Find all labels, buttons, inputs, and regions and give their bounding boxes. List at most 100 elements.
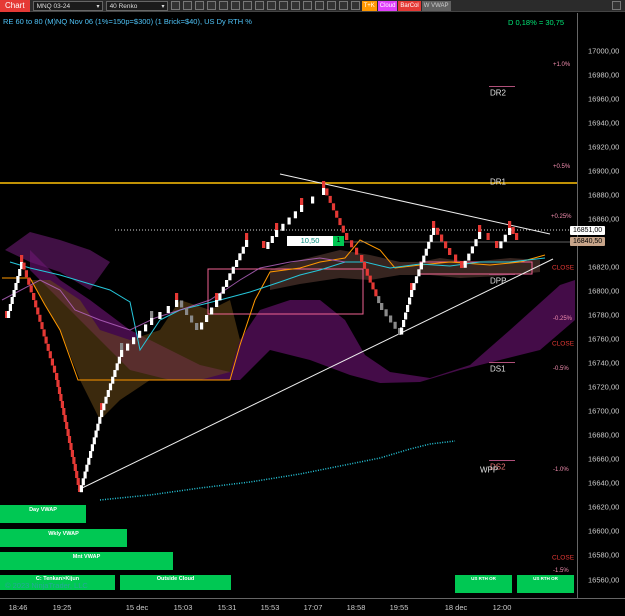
renko-brick (60, 401, 64, 408)
renko-brick (448, 248, 452, 255)
renko-brick (63, 415, 67, 422)
strategies-icon[interactable] (242, 1, 252, 10)
renko-brick (70, 450, 74, 457)
renko-brick (322, 181, 326, 188)
draw-icon[interactable] (194, 1, 204, 10)
renko-brick (328, 195, 332, 203)
us-rth-or-button[interactable]: US RTH OR (455, 575, 512, 593)
renko-brick (281, 223, 285, 231)
bar-style-icon[interactable] (170, 1, 180, 10)
template-icon[interactable] (254, 1, 264, 10)
tk-badge[interactable]: T+K (361, 0, 377, 11)
outside-cloud-button[interactable]: Outside Cloud (120, 575, 231, 590)
renko-brick (495, 241, 499, 248)
close-label: CLOSE (552, 554, 575, 562)
renko-brick (377, 296, 381, 304)
close-icon[interactable] (612, 1, 621, 10)
pct-label: -0.5% (553, 366, 569, 372)
data-box-icon[interactable] (278, 1, 288, 10)
y-tick: 16580,00 (588, 550, 620, 560)
renko-brick (300, 198, 304, 205)
renko-brick (368, 275, 372, 283)
y-tick: 16880,00 (588, 190, 620, 200)
renko-brick (104, 396, 108, 404)
y-tick: 16740,00 (588, 358, 620, 368)
pct-label: +0.25% (551, 214, 572, 220)
renko-brick (300, 205, 304, 212)
renko-brick (241, 246, 245, 254)
layout-icon[interactable] (350, 1, 360, 10)
renko-brick (126, 343, 130, 351)
chart-tab[interactable]: Chart (0, 0, 30, 12)
wvwap-badge[interactable]: W VWAP (421, 0, 451, 11)
renko-brick (55, 373, 59, 380)
renko-brick (106, 390, 110, 397)
renko-brick (338, 218, 342, 226)
pct-label: -0.25% (553, 316, 573, 322)
barcol-badge[interactable]: BarCol (398, 0, 421, 11)
renko-brick (444, 241, 448, 249)
day-vwap-button[interactable]: Day VWAP (0, 505, 86, 523)
renko-brick (67, 436, 72, 443)
renko-brick (102, 403, 106, 411)
instrument-select[interactable]: MNQ 03-24 ▾ (32, 0, 103, 11)
mnt-vwap-button[interactable]: Mnt VWAP (0, 552, 173, 570)
renko-brick (515, 233, 519, 240)
renko-brick (115, 363, 119, 371)
bar-type-select[interactable]: 40 Renko ▾ (105, 0, 168, 11)
renko-brick (402, 320, 406, 327)
us-rth-or-label-2: US RTH OR (533, 576, 558, 581)
cloud-badge[interactable]: Cloud (377, 0, 398, 11)
renko-brick (6, 311, 11, 318)
renko-brick (180, 300, 184, 308)
properties-icon[interactable] (218, 1, 228, 10)
renko-brick (120, 343, 124, 350)
price-chart[interactable] (0, 13, 577, 598)
renko-brick (228, 273, 232, 281)
screenshot-icon[interactable] (290, 1, 300, 10)
renko-brick (215, 300, 219, 307)
renko-brick (221, 286, 225, 294)
pivot-dpp: DPP (490, 276, 507, 286)
renko-brick (34, 300, 38, 308)
renko-brick (429, 234, 433, 242)
y-tick: 16800,00 (588, 286, 620, 296)
orders-icon[interactable] (338, 1, 348, 10)
renko-brick (175, 300, 179, 307)
renko-brick (380, 303, 384, 310)
renko-brick (98, 416, 102, 424)
link-icon[interactable] (314, 1, 324, 10)
renko-brick (190, 315, 194, 323)
indicators-icon[interactable] (230, 1, 240, 10)
renko-brick (463, 260, 467, 268)
renko-brick (56, 380, 60, 387)
renko-brick (355, 247, 359, 255)
y-tick: 16860,00 (588, 214, 620, 224)
renko-brick (27, 277, 31, 285)
pivot-dr2: DR2 (490, 88, 507, 98)
crosshair-icon[interactable] (182, 1, 192, 10)
renko-brick (40, 322, 44, 330)
chart-trader-icon[interactable] (266, 1, 276, 10)
wkly-vwap-button[interactable]: Wkly VWAP (0, 529, 127, 547)
renko-brick (287, 217, 291, 225)
renko-brick (432, 228, 436, 235)
renko-brick (345, 233, 349, 240)
y-tick: 16640,00 (588, 478, 620, 488)
renko-brick (108, 383, 113, 391)
renko-brick (432, 221, 436, 228)
renko-brick (384, 309, 388, 317)
zoom-icon[interactable] (206, 1, 216, 10)
alerts-icon[interactable] (326, 1, 336, 10)
share-icon[interactable] (302, 1, 312, 10)
renko-brick (12, 290, 16, 297)
renko-brick (322, 188, 326, 195)
renko-brick (508, 228, 512, 235)
renko-brick (113, 370, 117, 377)
us-rth-or-label: US RTH OR (471, 576, 496, 581)
us-rth-or-button-2[interactable]: US RTH OR (517, 575, 574, 593)
renko-brick (262, 241, 266, 248)
renko-brick (79, 485, 83, 493)
renko-brick (225, 280, 229, 287)
renko-brick (10, 297, 14, 304)
